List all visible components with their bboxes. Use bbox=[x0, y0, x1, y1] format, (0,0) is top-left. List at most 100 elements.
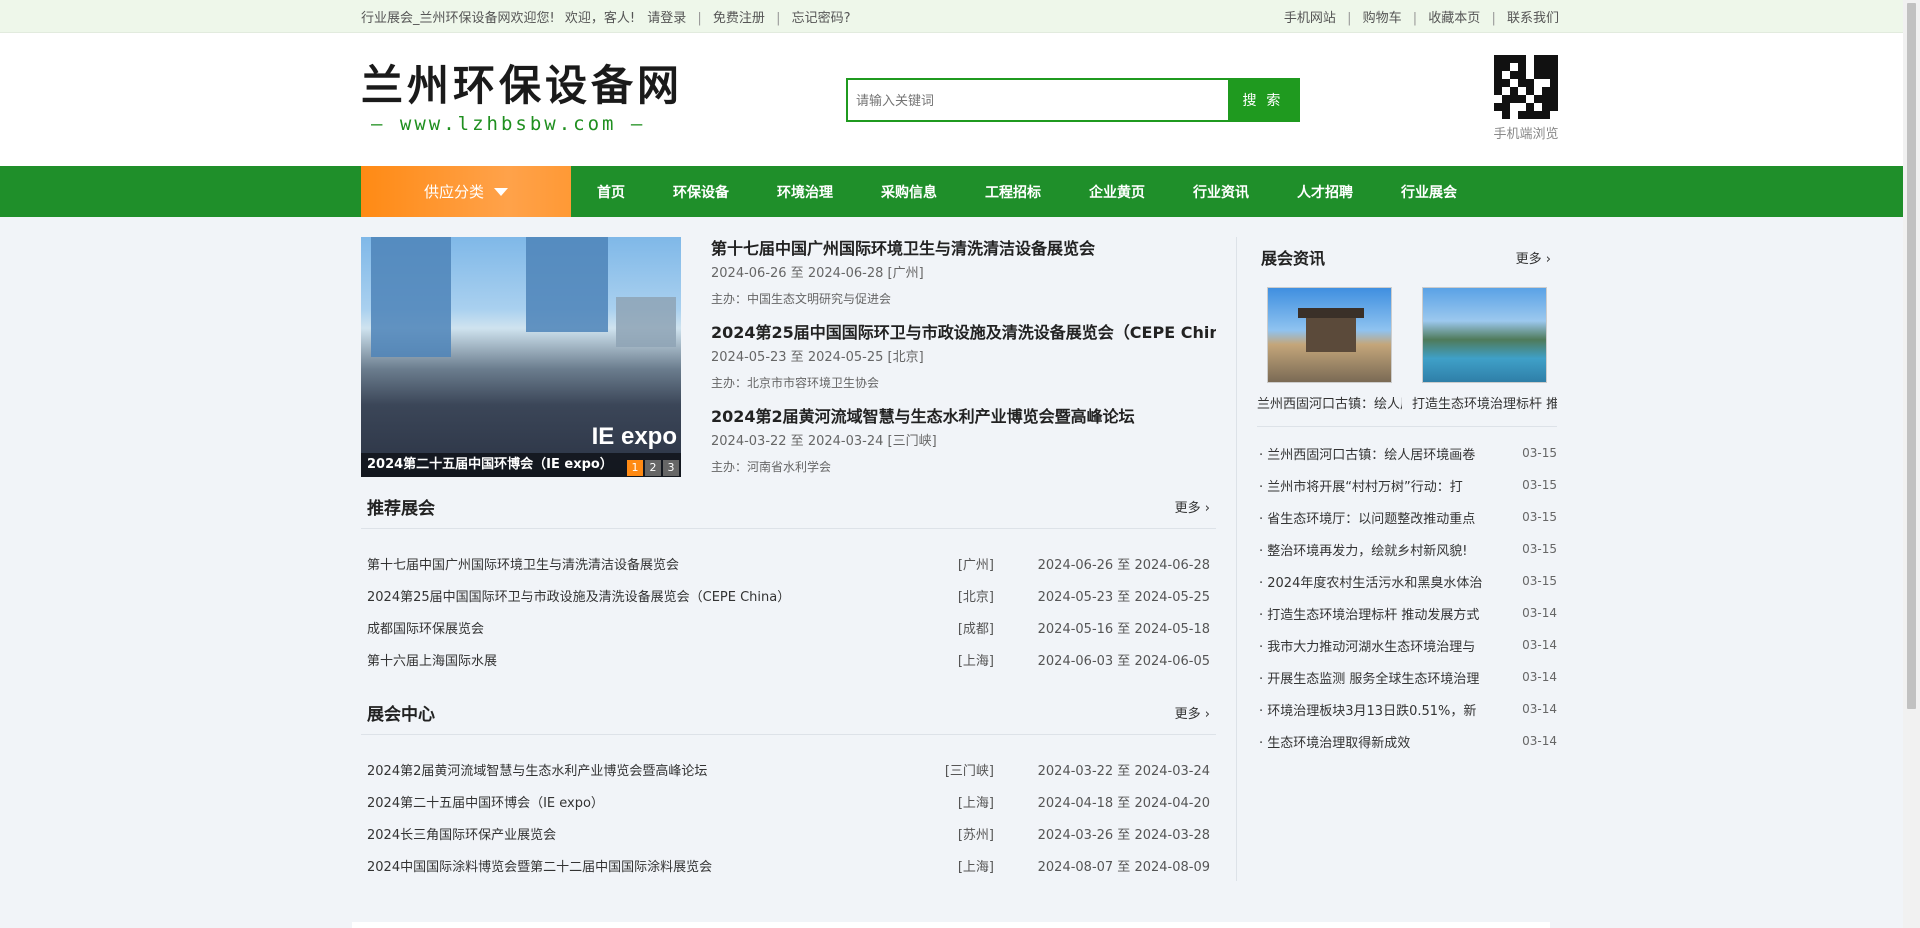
news-item-text[interactable]: · 兰州市将开展“村村万树”行动：打 bbox=[1257, 476, 1507, 495]
news-item-text[interactable]: · 开展生态监测 服务全球生态环境治理 bbox=[1257, 668, 1507, 687]
search-button[interactable]: 搜 索 bbox=[1228, 80, 1298, 120]
news-item-text[interactable]: · 整治环境再发力，绘就乡村新风貌! bbox=[1257, 540, 1507, 559]
list-item[interactable]: · 环境治理板块3月13日跌0.51%，新 03-14 bbox=[1257, 693, 1557, 725]
center-more-link[interactable]: 更多 › bbox=[1175, 703, 1210, 722]
news-item-text[interactable]: · 生态环境治理取得新成效 bbox=[1257, 732, 1507, 751]
table-row[interactable]: 第十七届中国广州国际环境卫生与清洗清洁设备展览会 [广州] 2024-06-26 至… bbox=[361, 547, 1216, 579]
qr-cell bbox=[1550, 55, 1558, 63]
register-link[interactable]: 免费注册 bbox=[713, 11, 765, 26]
news-item-text[interactable]: · 兰州西固河口古镇：绘人居环境画卷 bbox=[1257, 444, 1507, 463]
news-item-text[interactable]: · 省生态环境厅：以问题整改推动重点 bbox=[1257, 508, 1507, 527]
search-input[interactable] bbox=[848, 80, 1228, 120]
qr-cell bbox=[1502, 63, 1510, 71]
news-item-time: 03-14 bbox=[1522, 638, 1557, 652]
cart-link[interactable]: 购物车 bbox=[1363, 11, 1402, 26]
list-item[interactable]: · 兰州市将开展“村村万树”行动：打 03-15 bbox=[1257, 469, 1557, 501]
table-row[interactable]: 2024第二十五届中国环博会（IE expo） [上海] 2024-04-18 至 … bbox=[361, 785, 1216, 817]
news-pic-item[interactable]: 兰州西固河口古镇：绘人居环境画卷 bbox=[1257, 287, 1402, 412]
nav-item-bidding[interactable]: 工程招标 bbox=[985, 182, 1041, 202]
list-item[interactable]: · 兰州西固河口古镇：绘人居环境画卷 03-15 bbox=[1257, 437, 1557, 469]
qr-cell bbox=[1494, 71, 1502, 79]
nav-item-news[interactable]: 行业资讯 bbox=[1193, 182, 1249, 202]
news-pic-item[interactable]: 打造生态环境治理标杆 推动发展方式 bbox=[1412, 287, 1557, 412]
news-pic-label[interactable]: 兰州西固河口古镇：绘人居环境画卷 bbox=[1257, 393, 1402, 412]
qr-cell bbox=[1510, 71, 1518, 79]
bookmark-link[interactable]: 收藏本页 bbox=[1428, 11, 1480, 26]
row-name[interactable]: 2024长三角国际环保产业展览会 bbox=[367, 824, 934, 843]
vertical-scrollbar[interactable] bbox=[1903, 0, 1920, 928]
list-item[interactable]: · 整治环境再发力，绘就乡村新风貌! 03-15 bbox=[1257, 533, 1557, 565]
news-item-text[interactable]: · 2024年度农村生活污水和黑臭水体治 bbox=[1257, 572, 1507, 591]
supply-category-label: 供应分类 bbox=[423, 183, 484, 201]
news-more-link[interactable]: 更多 › bbox=[1516, 248, 1551, 267]
news-item-text[interactable]: · 打造生态环境治理标杆 推动发展方式 bbox=[1257, 604, 1507, 623]
image-slider[interactable]: IE expo 2024第二十五届中国环博会（IE expo） 1 2 3 bbox=[361, 237, 681, 477]
nav-item-equipment[interactable]: 环保设备 bbox=[673, 182, 729, 202]
row-name[interactable]: 2024中国国际涂料博览会暨第二十二届中国国际涂料展览会 bbox=[367, 856, 934, 875]
hot-item: 第十七届中国广州国际环境卫生与清洗清洁设备展览会 2024-06-26 至 20… bbox=[711, 237, 1216, 311]
nav-item-jobs[interactable]: 人才招聘 bbox=[1297, 182, 1353, 202]
hot-item-title[interactable]: 2024第2届黄河流域智慧与生态水利产业博览会暨高峰论坛 bbox=[711, 405, 1216, 429]
table-row[interactable]: 成都国际环保展览会 [成都] 2024-05-16 至 2024-05-18 bbox=[361, 611, 1216, 643]
news-item-text[interactable]: · 我市大力推动河湖水生态环境治理与 bbox=[1257, 636, 1507, 655]
table-row[interactable]: 2024第2届黄河流域智慧与生态水利产业博览会暨高峰论坛 [三门峡] 2024-03… bbox=[361, 753, 1216, 785]
list-item[interactable]: · 生态环境治理取得新成效 03-14 bbox=[1257, 725, 1557, 757]
list-item[interactable]: · 2024年度农村生活污水和黑臭水体治 03-15 bbox=[1257, 565, 1557, 597]
qr-cell bbox=[1542, 95, 1550, 103]
list-item[interactable]: · 省生态环境厅：以问题整改推动重点 03-15 bbox=[1257, 501, 1557, 533]
slider-dot[interactable]: 3 bbox=[663, 460, 679, 476]
news-pic-image[interactable] bbox=[1422, 287, 1547, 383]
news-item-text[interactable]: · 环境治理板块3月13日跌0.51%，新 bbox=[1257, 700, 1507, 719]
center-header: 展会中心 更多 › bbox=[361, 691, 1216, 735]
qr-cell bbox=[1494, 63, 1502, 71]
table-row[interactable]: 2024长三角国际环保产业展览会 [苏州] 2024-03-26 至 2024-03… bbox=[361, 817, 1216, 849]
row-date: 2024-05-23 至 2024-05-25 bbox=[1037, 589, 1210, 605]
row-name[interactable]: 第十七届中国广州国际环境卫生与清洗清洁设备展览会 bbox=[367, 554, 934, 573]
hot-item-title[interactable]: 第十七届中国广州国际环境卫生与清洗清洁设备展览会 bbox=[711, 237, 1216, 261]
row-name[interactable]: 2024第25届中国国际环卫与市政设施及清洗设备展览会（CEPE China） bbox=[367, 586, 934, 605]
row-name[interactable]: 第十六届上海国际水展 bbox=[367, 650, 934, 669]
forgot-password-link[interactable]: 忘记密码? bbox=[792, 11, 851, 26]
mobile-site-link[interactable]: 手机网站 bbox=[1284, 11, 1336, 26]
news-pic-label[interactable]: 打造生态环境治理标杆 推动发展方式 bbox=[1412, 393, 1557, 412]
qr-cell bbox=[1494, 95, 1502, 103]
hot-item-date: 2024-06-26 至 2024-06-28 [广州] bbox=[711, 266, 924, 281]
logo-title: 兰州环保设备网 bbox=[361, 61, 684, 110]
supply-category-button[interactable]: 供应分类 bbox=[361, 166, 571, 217]
site-logo[interactable]: 兰州环保设备网 — www.lzhbsbw.com — bbox=[361, 61, 684, 136]
list-item[interactable]: · 我市大力推动河湖水生态环境治理与 03-14 bbox=[1257, 629, 1557, 661]
news-pic-image[interactable] bbox=[1267, 287, 1392, 383]
table-row[interactable]: 2024第25届中国国际环卫与市政设施及清洗设备展览会（CEPE China） [… bbox=[361, 579, 1216, 611]
news-pictures: 兰州西固河口古镇：绘人居环境画卷 打造生态环境治理标杆 推动发展方式 bbox=[1257, 277, 1557, 412]
qr-cell bbox=[1518, 95, 1526, 103]
featured-area: IE expo 2024第二十五届中国环博会（IE expo） 1 2 3 第十… bbox=[361, 237, 1216, 477]
table-row[interactable]: 第十六届上海国际水展 [上海] 2024-06-03 至 2024-06-05 bbox=[361, 643, 1216, 675]
qr-cell bbox=[1542, 87, 1550, 95]
hot-item-title[interactable]: 2024第25届中国国际环卫与市政设施及清洗设备展览会（CEPE China） bbox=[711, 321, 1216, 345]
scrollbar-thumb[interactable] bbox=[1907, 3, 1916, 709]
recommend-more-link[interactable]: 更多 › bbox=[1175, 497, 1210, 516]
nav-item-purchase[interactable]: 采购信息 bbox=[881, 182, 937, 202]
main-nav: 供应分类 首页 环保设备 环境治理 采购信息 工程招标 企业黄页 行业资讯 人才… bbox=[0, 166, 1920, 217]
list-item[interactable]: · 开展生态监测 服务全球生态环境治理 03-14 bbox=[1257, 661, 1557, 693]
contact-link[interactable]: 联系我们 bbox=[1507, 11, 1559, 26]
nav-item-exhibitions[interactable]: 行业展会 bbox=[1401, 182, 1457, 202]
top-bar: 行业展会_兰州环保设备网欢迎您! 欢迎，客人! 请登录 | 免费注册 | 忘记密… bbox=[0, 0, 1920, 33]
nav-item-yellowpages[interactable]: 企业黄页 bbox=[1089, 182, 1145, 202]
building-shape bbox=[1306, 316, 1356, 352]
news-item-time: 03-15 bbox=[1522, 574, 1557, 588]
row-name[interactable]: 2024第2届黄河流域智慧与生态水利产业博览会暨高峰论坛 bbox=[367, 760, 934, 779]
qr-cell bbox=[1526, 95, 1534, 103]
qr-cell bbox=[1502, 79, 1510, 87]
slider-dot[interactable]: 2 bbox=[645, 460, 661, 476]
table-row[interactable]: 2024中国国际涂料博览会暨第二十二届中国国际涂料展览会 [上海] 2024-08-… bbox=[361, 849, 1216, 881]
row-name[interactable]: 成都国际环保展览会 bbox=[367, 618, 934, 637]
nav-item-governance[interactable]: 环境治理 bbox=[777, 182, 833, 202]
slider-dot[interactable]: 1 bbox=[627, 460, 643, 476]
row-name[interactable]: 2024第二十五届中国环博会（IE expo） bbox=[367, 792, 934, 811]
login-link[interactable]: 请登录 bbox=[647, 11, 686, 26]
list-item[interactable]: · 打造生态环境治理标杆 推动发展方式 03-14 bbox=[1257, 597, 1557, 629]
building-shape bbox=[371, 237, 451, 357]
nav-item-home[interactable]: 首页 bbox=[597, 182, 625, 202]
qr-cell bbox=[1502, 103, 1510, 111]
